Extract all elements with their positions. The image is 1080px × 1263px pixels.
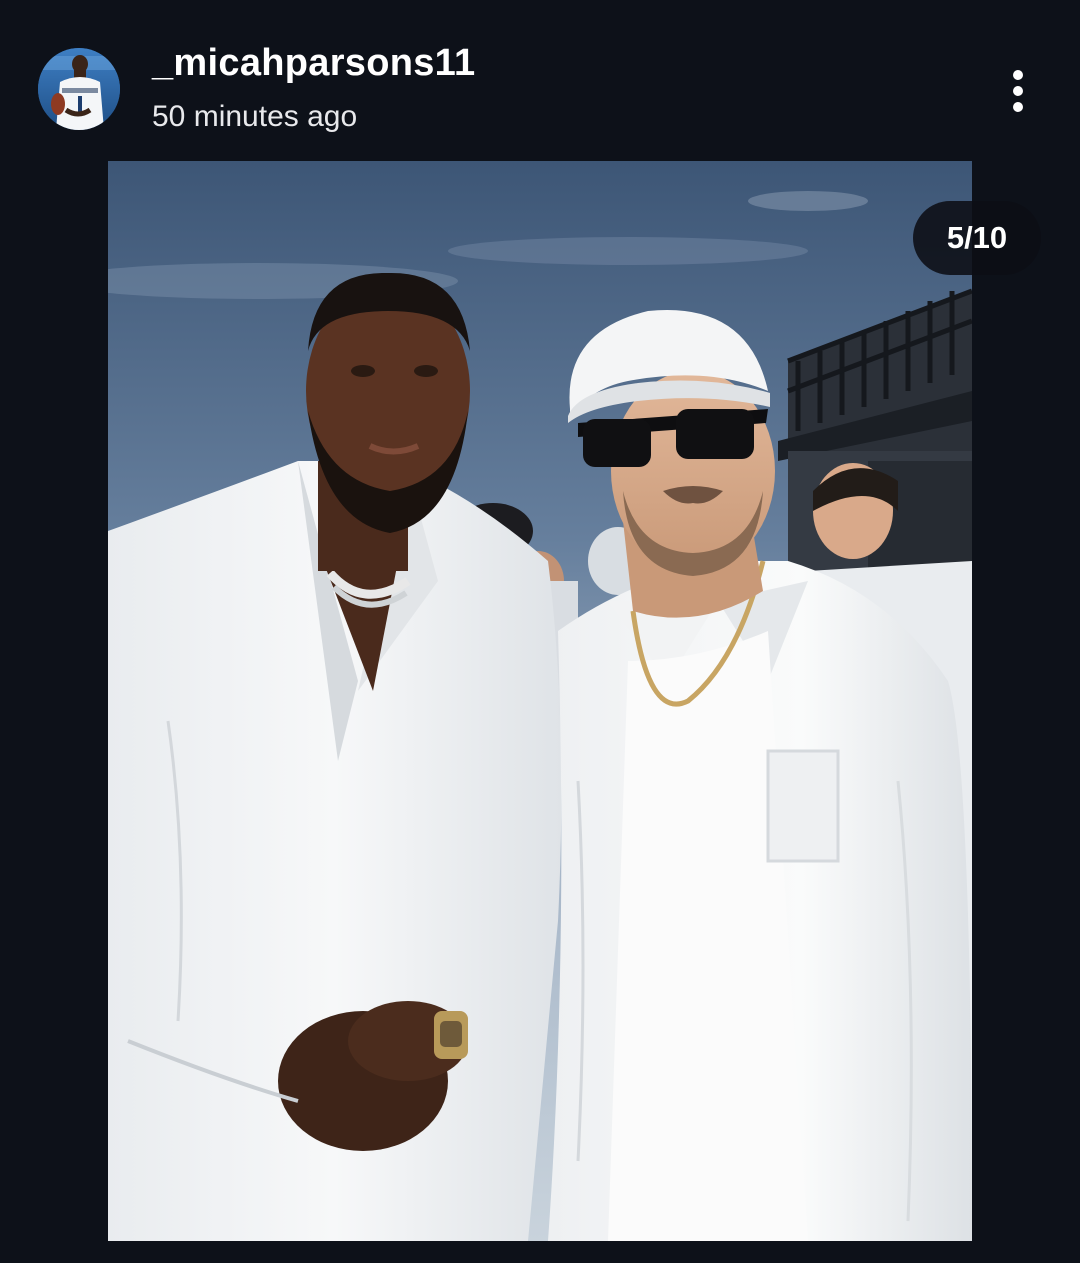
image-counter-badge: 5/10 xyxy=(913,201,1041,275)
avatar-image xyxy=(38,48,120,130)
post-timestamp: 50 minutes ago xyxy=(152,100,358,133)
story-viewer: _micahparsons11 50 minutes ago 5/10 xyxy=(0,0,1080,1263)
post-photo[interactable] xyxy=(108,161,972,1241)
post-header: _micahparsons11 50 minutes ago xyxy=(0,0,1080,160)
vertical-ellipsis-icon xyxy=(1013,70,1023,80)
photo-content xyxy=(108,161,972,1241)
avatar[interactable] xyxy=(38,48,120,130)
username[interactable]: _micahparsons11 xyxy=(152,42,475,85)
more-options-button[interactable] xyxy=(994,62,1042,120)
